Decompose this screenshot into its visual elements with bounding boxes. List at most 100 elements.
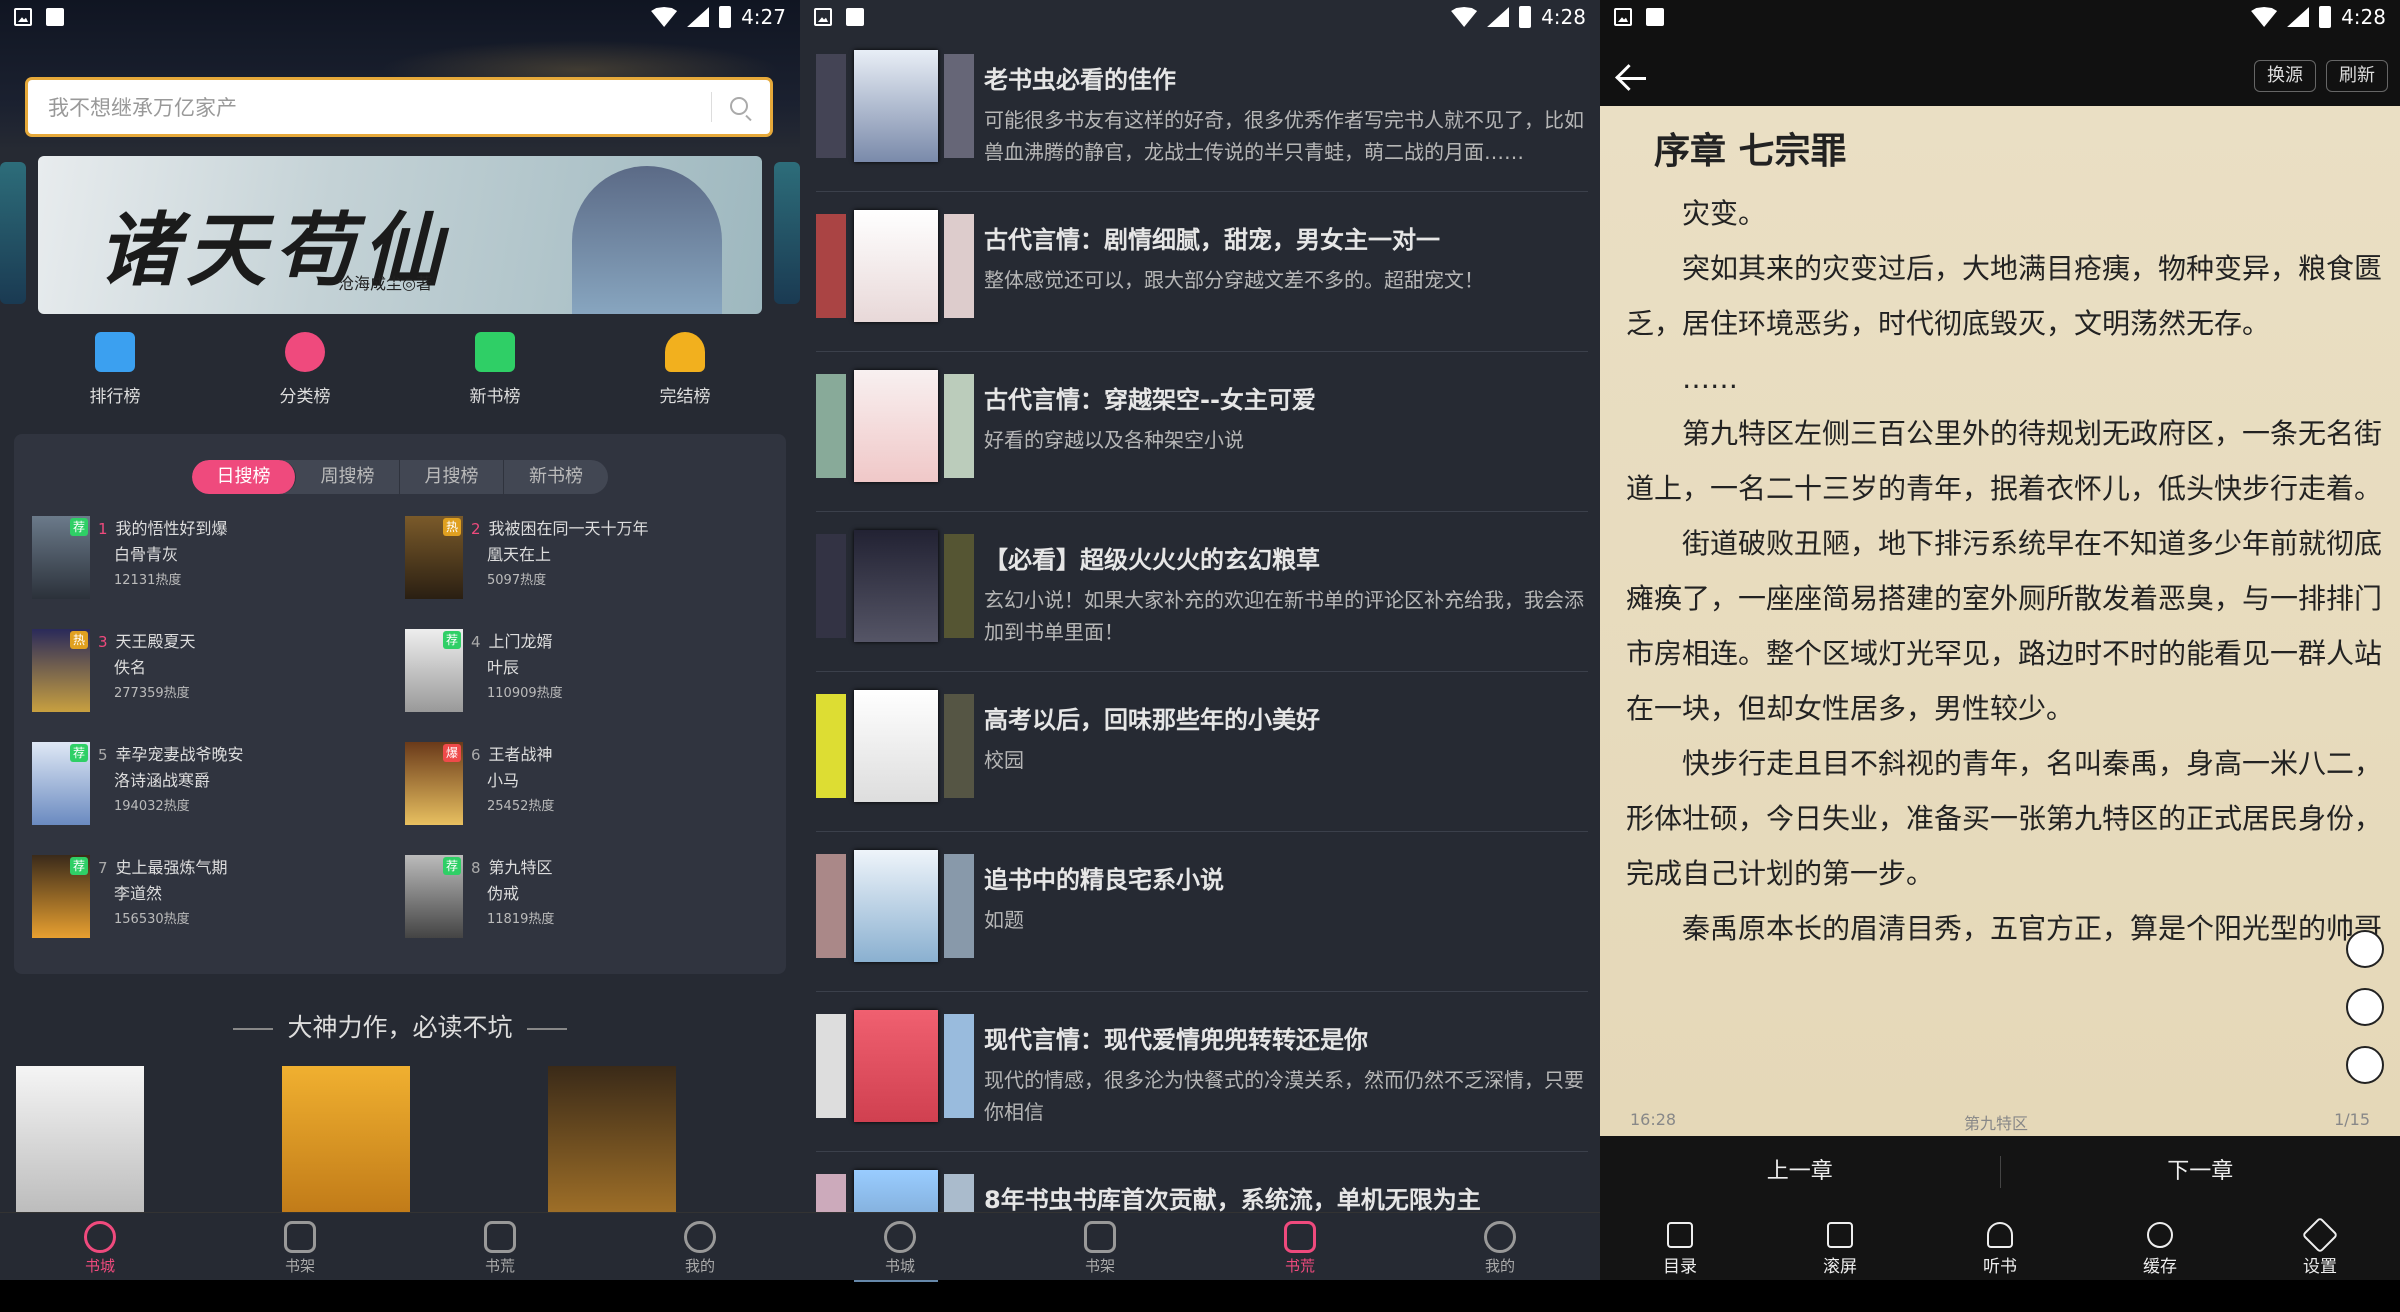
booklist-item[interactable]: 老书虫必看的佳作可能很多书友有这样的好奇，很多优秀作者写完书人就不见了，比如兽血… bbox=[816, 32, 1588, 192]
book-cover: 荐 bbox=[32, 855, 90, 938]
nav-booklists[interactable]: 书荒 bbox=[400, 1213, 600, 1280]
recommended-book-cover[interactable] bbox=[548, 1066, 676, 1216]
recommended-book-cover[interactable] bbox=[282, 1066, 410, 1216]
booklist-title: 追书中的精良宅系小说 bbox=[984, 860, 1224, 895]
rank-item[interactable]: 荐8第九特区伪戒11819热度 bbox=[405, 855, 778, 938]
prev-chapter-button[interactable]: 上一章 bbox=[1600, 1136, 2000, 1208]
chapter-title: 序章 七宗罪 bbox=[1654, 122, 1847, 174]
quick-ranking[interactable]: 排行榜 bbox=[55, 332, 175, 407]
search-input[interactable]: 我不想继承万亿家产 bbox=[28, 80, 770, 134]
tab-monthly[interactable]: 月搜榜 bbox=[400, 460, 504, 494]
book-heat: 194032热度 bbox=[114, 794, 244, 820]
paragraph: 灾变。 bbox=[1626, 186, 2382, 241]
booklist-item[interactable]: 追书中的精良宅系小说如题 bbox=[816, 832, 1588, 992]
reading-area[interactable]: 序章 七宗罪 灾变。 突如其来的灾变过后，大地满目疮痍，物种变异，粮食匮乏，居住… bbox=[1600, 106, 2400, 1136]
rank-item[interactable]: 爆6王者战神小马25452热度 bbox=[405, 742, 778, 825]
book-author: 小马 bbox=[487, 768, 554, 794]
nav-booklists[interactable]: 书荒 bbox=[1200, 1213, 1400, 1280]
main-cover bbox=[854, 370, 938, 482]
refresh-button[interactable]: 刷新 bbox=[2326, 60, 2388, 92]
booklist-title: 老书虫必看的佳作 bbox=[984, 60, 1176, 95]
search-icon[interactable] bbox=[730, 97, 748, 115]
tool-label: 目录 bbox=[1663, 1257, 1697, 1277]
image-notification-icon bbox=[814, 8, 832, 26]
book-title: 第九特区 bbox=[489, 855, 553, 881]
night-mode-icon[interactable] bbox=[2346, 930, 2384, 968]
book-cover: 热 bbox=[405, 516, 463, 599]
booklist-item[interactable]: 古代言情：剧情细腻，甜宠，男女主一对一整体感觉还可以，跟大部分穿越文差不多的。超… bbox=[816, 192, 1588, 352]
quick-new-books[interactable]: 新书榜 bbox=[435, 332, 555, 407]
booklist-item[interactable]: 现代言情：现代爱情兜兜转转还是你现代的情感，很多沦为快餐式的冷漠关系，然而仍然不… bbox=[816, 992, 1588, 1152]
paragraph: 快步行走且目不斜视的青年，名叫秦禹，身高一米八二，形体壮硕，今日失业，准备买一张… bbox=[1626, 736, 2382, 901]
banner-prev-peek[interactable] bbox=[0, 162, 26, 304]
book-heat: 277359热度 bbox=[114, 681, 196, 707]
rank-number: 5 bbox=[98, 742, 108, 768]
booklist-item[interactable]: 古代言情：穿越架空--女主可爱好看的穿越以及各种架空小说 bbox=[816, 352, 1588, 512]
banner-next-peek[interactable] bbox=[774, 162, 800, 304]
rank-item[interactable]: 热3天王殿夏天佚名277359热度 bbox=[32, 629, 405, 712]
image-notification-icon bbox=[14, 8, 32, 26]
nav-profile[interactable]: 我的 bbox=[1400, 1213, 1600, 1280]
settings-button[interactable]: 设置 bbox=[2240, 1208, 2400, 1280]
tool-label: 听书 bbox=[1983, 1257, 2017, 1277]
book-heat: 25452热度 bbox=[487, 794, 554, 820]
cache-button[interactable]: 缓存 bbox=[2080, 1208, 2240, 1280]
side-cover bbox=[944, 374, 974, 478]
rank-item[interactable]: 热2我被困在同一天十万年凰天在上5097热度 bbox=[405, 516, 778, 599]
tab-daily[interactable]: 日搜榜 bbox=[192, 460, 296, 494]
rank-item[interactable]: 荐7史上最强炼气期李道然156530热度 bbox=[32, 855, 405, 938]
recommended-book-cover[interactable] bbox=[16, 1066, 144, 1216]
auto-scroll-button[interactable]: 滚屏 bbox=[1760, 1208, 1920, 1280]
side-cover bbox=[816, 374, 846, 478]
booklist-item[interactable]: 高考以后，回味那些年的小美好校园 bbox=[816, 672, 1588, 832]
chapter-text: 灾变。 突如其来的灾变过后，大地满目疮痍，物种变异，粮食匮乏，居住环境恶劣，时代… bbox=[1626, 186, 2382, 956]
book-title: 天王殿夏天 bbox=[116, 629, 196, 655]
clock: 4:27 bbox=[741, 5, 786, 29]
main-cover bbox=[854, 50, 938, 162]
side-cover bbox=[816, 1014, 846, 1118]
rank-number: 6 bbox=[471, 742, 481, 768]
booklist-icon bbox=[1284, 1221, 1316, 1253]
nav-profile[interactable]: 我的 bbox=[600, 1213, 800, 1280]
quick-category[interactable]: 分类榜 bbox=[245, 332, 365, 407]
signal-icon bbox=[2287, 7, 2309, 27]
next-chapter-button[interactable]: 下一章 bbox=[2001, 1136, 2400, 1208]
screen-orientation-icon[interactable] bbox=[2346, 1046, 2384, 1084]
wifi-icon bbox=[1451, 7, 1477, 27]
rank-item[interactable]: 荐4上门龙婿叶辰110909热度 bbox=[405, 629, 778, 712]
tab-weekly[interactable]: 周搜榜 bbox=[296, 460, 400, 494]
back-arrow-icon[interactable] bbox=[1614, 60, 1650, 96]
quick-finished[interactable]: 完结榜 bbox=[625, 332, 745, 407]
rank-number: 4 bbox=[471, 629, 481, 655]
app-notification-icon bbox=[1646, 8, 1664, 26]
flame-icon bbox=[285, 332, 325, 372]
main-cover bbox=[854, 1010, 938, 1122]
toc-button[interactable]: 目录 bbox=[1600, 1208, 1760, 1280]
rank-item[interactable]: 荐1我的悟性好到爆白骨青灰12131热度 bbox=[32, 516, 405, 599]
listen-button[interactable]: 听书 bbox=[1920, 1208, 2080, 1280]
book-author: 白骨青灰 bbox=[114, 542, 228, 568]
nav-label: 书城 bbox=[85, 1257, 115, 1275]
side-cover bbox=[816, 854, 846, 958]
cover-stack bbox=[816, 50, 976, 162]
booklist-item[interactable]: 【必看】超级火火火的玄幻粮草玄幻小说！如果大家补充的欢迎在新书单的评论区补充给我… bbox=[816, 512, 1588, 672]
book-title: 史上最强炼气期 bbox=[116, 855, 228, 881]
nav-bookshelf[interactable]: 书架 bbox=[200, 1213, 400, 1280]
change-source-button[interactable]: 换源 bbox=[2254, 60, 2316, 92]
book-author: 洛诗涵战寒爵 bbox=[114, 768, 244, 794]
planet-icon bbox=[84, 1221, 116, 1253]
featured-banner[interactable]: 诸天苟仙 沧海成尘◎著 bbox=[38, 156, 762, 314]
scroll-icon bbox=[1827, 1222, 1853, 1248]
nav-bookstore[interactable]: 书城 bbox=[800, 1213, 1000, 1280]
book-heat: 12131热度 bbox=[114, 568, 228, 594]
booklist-title: 古代言情：穿越架空--女主可爱 bbox=[984, 380, 1316, 415]
nav-bookshelf[interactable]: 书架 bbox=[1000, 1213, 1200, 1280]
bottom-nav: 书城 书架 书荒 我的 bbox=[0, 1212, 800, 1280]
book-heat: 5097热度 bbox=[487, 568, 649, 594]
quick-label: 新书榜 bbox=[470, 387, 521, 407]
nav-bookstore[interactable]: 书城 bbox=[0, 1213, 200, 1280]
rank-item[interactable]: 荐5幸孕宠妻战爷晚安洛诗涵战寒爵194032热度 bbox=[32, 742, 405, 825]
comment-icon[interactable] bbox=[2346, 988, 2384, 1026]
nav-label: 书架 bbox=[1085, 1257, 1115, 1275]
tab-new[interactable]: 新书榜 bbox=[504, 460, 608, 494]
